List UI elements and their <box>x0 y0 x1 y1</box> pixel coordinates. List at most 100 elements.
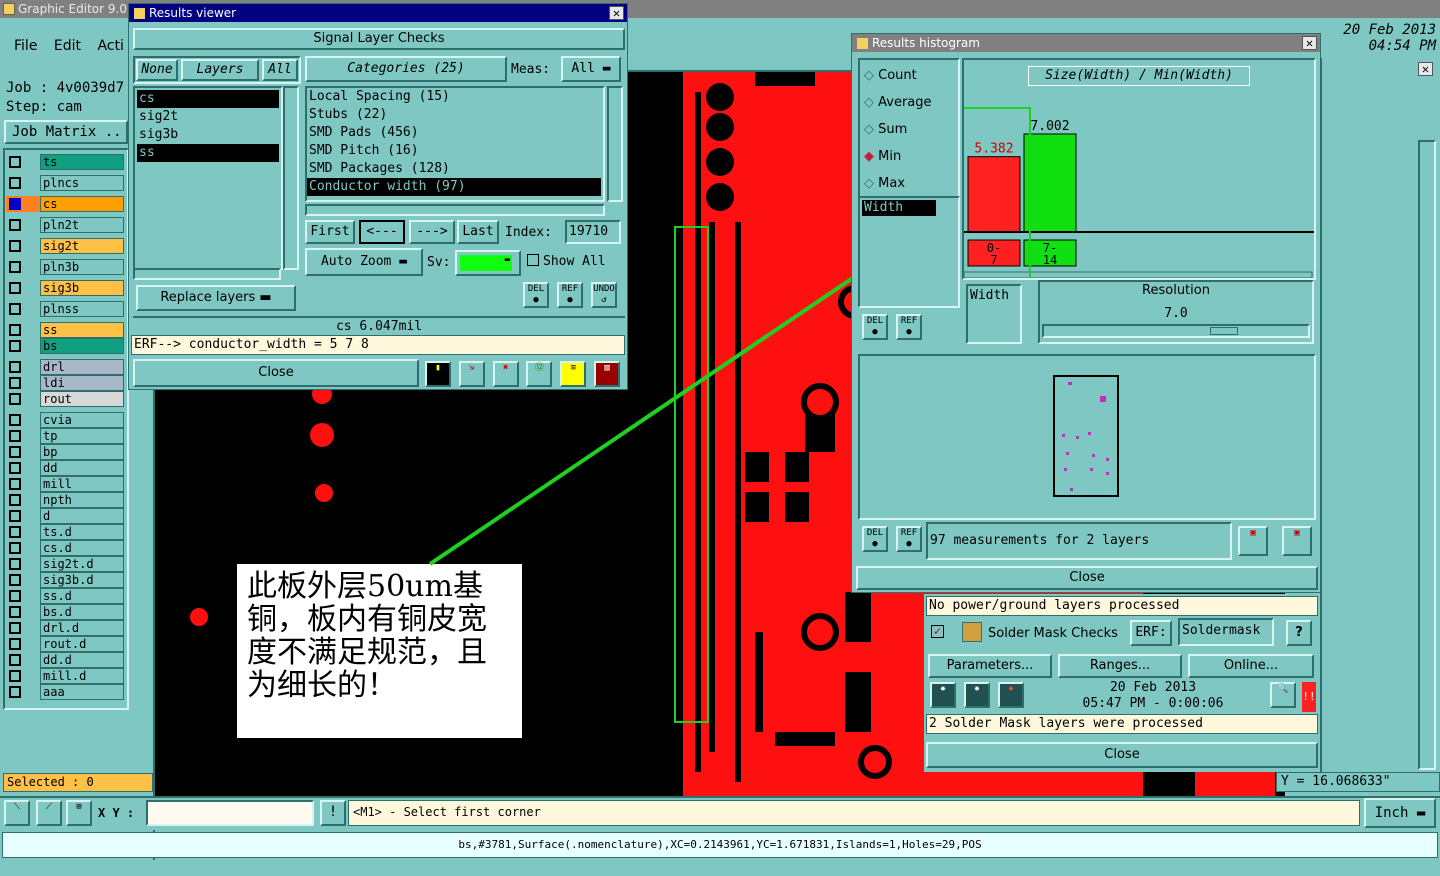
category-vscroll[interactable] <box>607 86 623 202</box>
run-all-icon[interactable]: ✸ <box>964 682 990 708</box>
category-item[interactable]: SMD Pitch (16) <box>307 142 601 160</box>
alert-icon: !! <box>1302 682 1316 712</box>
histogram-title: Results histogram <box>872 36 980 50</box>
radio-option[interactable]: ◇ Average <box>864 89 932 116</box>
show-all-checkbox[interactable] <box>527 254 539 266</box>
bin-range-label: 14 <box>1043 253 1057 267</box>
zoom-to-icon[interactable]: ▣ <box>1238 526 1268 556</box>
snap-icon[interactable]: ⟍ <box>4 800 30 826</box>
prompt-line: <M1> - Select first corner <box>348 800 1360 826</box>
ref-icon[interactable]: REF ● <box>557 282 583 308</box>
hist-ref-icon[interactable]: REF ● <box>896 314 922 340</box>
radio-option[interactable]: ◇ Sum <box>864 116 932 143</box>
solder-close-button[interactable]: Close <box>926 742 1318 768</box>
histogram-close-icon[interactable]: ✕ <box>1302 36 1317 50</box>
category-item[interactable]: SMD Packages (128) <box>307 160 601 178</box>
board-preview-svg <box>1053 375 1119 497</box>
category-item[interactable]: SMD Pads (456) <box>307 124 601 142</box>
fit-icon[interactable]: ▣ <box>1282 526 1312 556</box>
del-icon[interactable]: DEL ● <box>523 282 549 308</box>
category-item[interactable]: Local Spacing (15) <box>307 88 601 106</box>
filter-none-button[interactable]: None <box>136 59 178 81</box>
histogram-titlebar: Results histogram <box>852 34 1320 52</box>
solder-note: No power/ground layers processed <box>926 596 1318 616</box>
run-icon[interactable]: ✸ <box>930 682 956 708</box>
radio-option[interactable]: ◇ Count <box>864 62 932 89</box>
highlight-icon[interactable]: ▮ <box>425 361 451 387</box>
radio-diamond-icon[interactable]: ◇ <box>864 122 878 137</box>
category-item[interactable]: Stubs (22) <box>307 106 601 124</box>
results-viewer-close-button[interactable]: Close <box>133 359 419 387</box>
width-label: Width <box>966 284 1022 344</box>
meas-dropdown[interactable]: All ▬ <box>561 56 621 82</box>
report-icon[interactable]: ≡ <box>560 361 587 387</box>
erf-line: ERF--> conductor_width = 5 7 8 <box>131 335 625 355</box>
solder-mask-icon <box>962 622 982 642</box>
histogram-window-icon <box>857 38 868 49</box>
stop-icon[interactable]: ✸ <box>998 682 1024 708</box>
auto-zoom-dropdown[interactable]: Auto Zoom ▬ <box>305 248 423 276</box>
online-button[interactable]: Online... <box>1188 654 1314 678</box>
erase-icon[interactable]: ✖ <box>492 361 519 387</box>
grid-icon[interactable]: ⊞ <box>66 800 92 826</box>
results-layer-item[interactable]: ss <box>137 144 279 162</box>
histogram-icon[interactable]: ▥ <box>594 361 621 387</box>
results-viewer-title: Results viewer <box>149 6 237 20</box>
prev-button[interactable]: <--- <box>359 220 405 244</box>
results-viewer-titlebar: Results viewer <box>129 4 627 22</box>
results-layer-item[interactable]: sig3b <box>137 126 279 144</box>
histogram-hscroll[interactable] <box>964 271 1313 278</box>
erf-value[interactable]: Soldermask <box>1178 618 1274 646</box>
filter-all-button[interactable]: All <box>262 59 298 81</box>
histogram-bar[interactable] <box>967 156 1021 233</box>
last-button[interactable]: Last <box>457 220 499 244</box>
radio-option[interactable]: ◇ Max <box>864 170 932 197</box>
results-viewer-close-icon[interactable]: ✕ <box>609 6 624 20</box>
radio-diamond-icon[interactable]: ◆ <box>864 149 878 164</box>
warning-icon[interactable]: ! <box>320 800 346 826</box>
export-icon[interactable]: ⇲ <box>458 361 485 387</box>
resolution-slider-thumb[interactable] <box>1210 327 1238 335</box>
undo-icon[interactable]: UNDO ↺ <box>591 282 617 308</box>
footer-del-icon[interactable]: DEL ● <box>862 526 888 552</box>
unit-dropdown[interactable]: Inch ▬ <box>1364 798 1436 828</box>
histogram-close-button[interactable]: Close <box>856 566 1318 590</box>
radio-diamond-icon[interactable]: ◇ <box>864 68 878 83</box>
replace-layers-button[interactable]: Replace layers ▬ <box>136 285 296 311</box>
results-layer-item[interactable]: cs <box>137 90 279 108</box>
measure-item-width[interactable]: Width <box>862 200 936 216</box>
ref-icon-label: REF <box>561 284 579 294</box>
category-item[interactable]: Conductor width (97) <box>307 178 601 196</box>
zoom-icon[interactable]: 🔍 <box>1270 682 1296 708</box>
show-all-label: Show All <box>543 254 606 269</box>
histogram-bar[interactable] <box>1023 133 1077 233</box>
resolution-slider[interactable] <box>1042 324 1310 338</box>
parameters-button[interactable]: Parameters... <box>928 654 1052 678</box>
radio-label: Count <box>878 68 917 83</box>
first-button[interactable]: First <box>305 220 355 244</box>
category-hscroll[interactable] <box>305 204 605 216</box>
results-layer-hscroll[interactable] <box>133 268 281 280</box>
index-input[interactable]: 19710 <box>565 220 621 244</box>
numbering-icon[interactable]: ⑫ <box>526 361 553 387</box>
filter-layers-button[interactable]: Layers <box>181 59 259 81</box>
erf-button[interactable]: ERF: <box>1130 620 1172 646</box>
radio-diamond-icon[interactable]: ◇ <box>864 176 878 191</box>
categories-button[interactable]: Categories (25) <box>305 56 507 82</box>
unit-value: Inch <box>1374 805 1409 821</box>
solder-enable-checkbox[interactable]: ✓ <box>931 625 944 638</box>
radio-option[interactable]: ◆ Min <box>864 143 932 170</box>
radio-diamond-icon[interactable]: ◇ <box>864 95 878 110</box>
hist-del-icon[interactable]: DEL ● <box>862 314 888 340</box>
results-layer-item[interactable]: sig2t <box>137 108 279 126</box>
ranges-button[interactable]: Ranges... <box>1058 654 1182 678</box>
measure-icon[interactable]: ⟋ <box>36 800 62 826</box>
xy-input[interactable] <box>146 800 314 826</box>
next-button[interactable]: ---> <box>409 220 455 244</box>
meas-label: Meas: <box>511 62 551 77</box>
help-button[interactable]: ? <box>1286 620 1312 646</box>
toolbar-icons: ▮ ⇲ ✖ ⑫ ≡ ▥ <box>425 359 621 387</box>
results-layer-vscroll[interactable] <box>283 86 299 270</box>
footer-ref-icon[interactable]: REF ● <box>896 526 922 552</box>
sv-color-dropdown[interactable]: ▬ <box>455 250 521 276</box>
